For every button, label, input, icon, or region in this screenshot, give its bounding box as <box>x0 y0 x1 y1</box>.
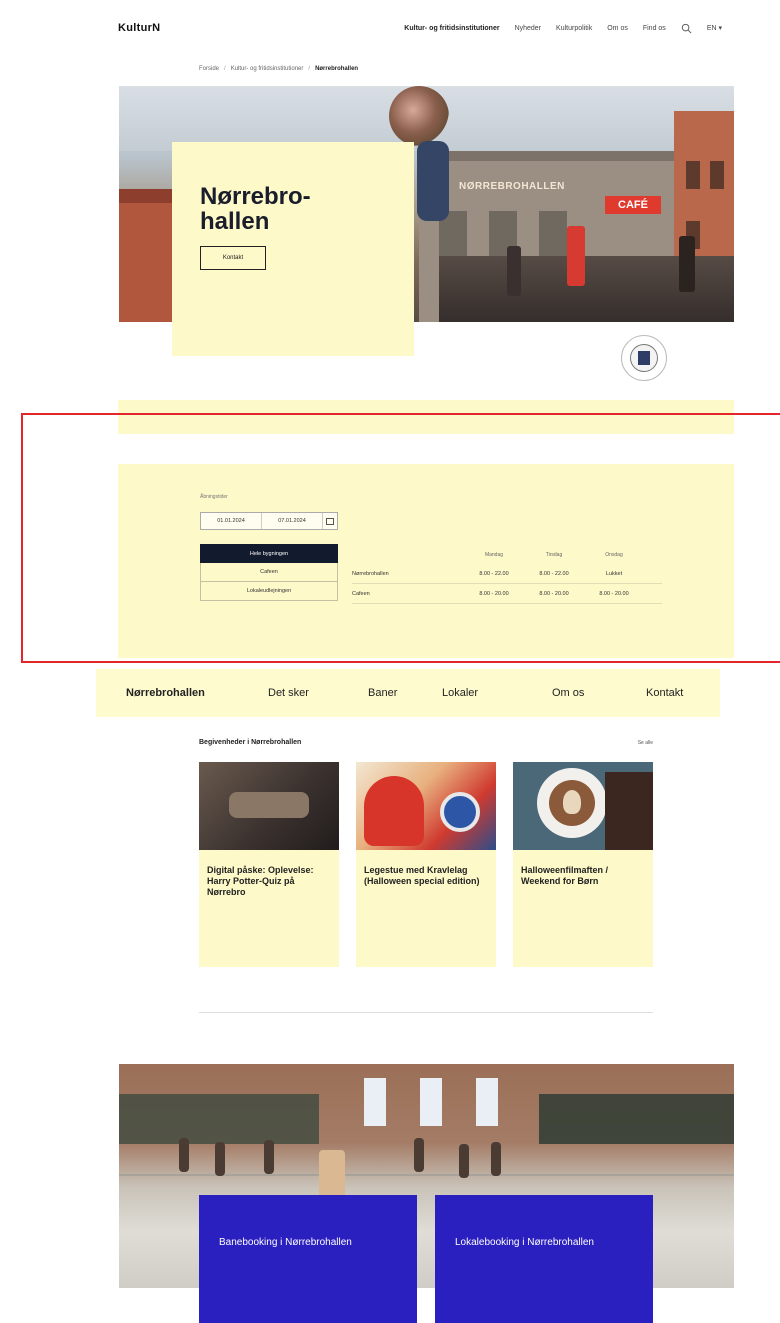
event-image <box>199 762 339 850</box>
hours-table-header: Mandag Tirsdag Onsdag <box>352 550 662 564</box>
nav-item-institutions[interactable]: Kultur- og fritidsinstitutioner <box>404 25 499 32</box>
nav-item-about[interactable]: Om os <box>607 25 628 32</box>
table-row: Nørrebrohallen 8.00 - 22.00 8.00 - 22.00… <box>352 564 662 584</box>
table-cell: Cafeen <box>352 590 370 597</box>
hero-building-left <box>119 189 174 322</box>
table-cell: Lukket <box>605 570 623 577</box>
top-nav: Kultur- og fritidsinstitutioner Nyheder … <box>404 23 722 34</box>
column-header: Tirsdag <box>545 552 563 558</box>
hall-player <box>319 1150 345 1200</box>
date-range-picker[interactable]: 01.01.2024 07.01.2024 <box>200 512 338 530</box>
hall-player <box>491 1142 501 1176</box>
event-image <box>356 762 496 850</box>
see-all-link[interactable]: Se alle <box>638 740 653 746</box>
hall-player <box>264 1140 274 1174</box>
table-cell: 8.00 - 20.00 <box>539 590 569 597</box>
events-header: Begivenheder i Nørrebrohallen Se alle <box>199 739 653 746</box>
hall-player <box>459 1144 469 1178</box>
hero-person <box>507 246 521 296</box>
court-booking-card[interactable]: Banebooking i Nørrebrohallen <box>199 1195 417 1323</box>
hero-card: Nørrebro-hallen Kontakt <box>172 142 414 356</box>
hours-options: Hele bygningen Cafeen Lokaleudlejningen <box>200 544 338 601</box>
calendar-icon[interactable] <box>323 513 337 529</box>
hero-person <box>679 236 695 292</box>
section-divider <box>199 1012 653 1013</box>
table-cell: 8.00 - 20.00 <box>599 590 629 597</box>
event-card[interactable]: Digital påske: Oplevelse: Harry Potter-Q… <box>199 762 339 967</box>
opening-hours-section: Åbningstider 01.01.2024 07.01.2024 Hele … <box>118 464 734 658</box>
table-cell: Nørrebrohallen <box>352 570 389 577</box>
hall-windows <box>364 1078 498 1126</box>
breadcrumb: Forside / Kultur- og fritidsinstitutione… <box>199 66 358 72</box>
event-title[interactable]: Halloweenfilmaften / Weekend for Børn <box>521 865 645 887</box>
event-card[interactable]: Legestue med Kravlelag (Halloween specia… <box>356 762 496 967</box>
option-room-rental[interactable]: Lokaleudlejningen <box>200 582 338 601</box>
column-header <box>352 550 464 564</box>
hours-table: Mandag Tirsdag Onsdag Nørrebrohallen 8.0… <box>352 550 662 604</box>
event-image <box>513 762 653 850</box>
table-cell: 8.00 - 22.00 <box>479 570 509 577</box>
tab-lokaler[interactable]: Lokaler <box>442 687 552 699</box>
breadcrumb-home[interactable]: Forside <box>199 66 219 72</box>
breadcrumb-separator: / <box>224 66 226 72</box>
hero-hall-sign: NØRREBROHALLEN <box>459 181 565 192</box>
nav-item-news[interactable]: Nyheder <box>515 25 541 32</box>
nav-item-policy[interactable]: Kulturpolitik <box>556 25 592 32</box>
tab-om-os[interactable]: Om os <box>552 687 646 699</box>
option-cafe[interactable]: Cafeen <box>200 563 338 582</box>
hall-floor-line <box>119 1174 734 1176</box>
language-selector[interactable]: EN ▾ <box>707 24 722 32</box>
hero-cafe-sign: CAFÉ <box>605 196 661 214</box>
contact-button[interactable]: Kontakt <box>200 246 266 271</box>
city-seal-icon <box>621 335 667 381</box>
option-whole-building[interactable]: Hele bygningen <box>200 544 338 563</box>
page-title: Nørrebro-hallen <box>200 183 311 236</box>
tab-kontakt[interactable]: Kontakt <box>646 687 683 699</box>
breadcrumb-separator: / <box>308 66 311 72</box>
table-cell: 8.00 - 20.00 <box>479 590 509 597</box>
hours-label: Åbningstider <box>200 494 228 500</box>
table-row: Cafeen 8.00 - 20.00 8.00 - 20.00 8.00 - … <box>352 584 662 604</box>
column-header: Onsdag <box>605 552 623 558</box>
date-from-field[interactable]: 01.01.2024 <box>201 513 262 529</box>
hero-flowers <box>389 86 449 146</box>
breadcrumb-current: Nørrebrohallen <box>315 66 359 72</box>
section-subnav: Nørrebrohallen Det sker Baner Lokaler Om… <box>96 669 720 717</box>
events-heading: Begivenheder i Nørrebrohallen <box>199 739 302 746</box>
column-header: Mandag <box>484 552 504 558</box>
hall-stands-left <box>119 1094 319 1144</box>
search-icon[interactable] <box>681 23 692 34</box>
hero-hanging-figure <box>417 141 449 221</box>
booking-title[interactable]: Lokalebooking i Nørrebrohallen <box>455 1237 633 1248</box>
booking-title[interactable]: Banebooking i Nørrebrohallen <box>219 1237 397 1248</box>
tab-baner[interactable]: Baner <box>368 687 442 699</box>
table-cell: 8.00 - 22.00 <box>539 570 569 577</box>
event-card[interactable]: Halloweenfilmaften / Weekend for Børn <box>513 762 653 967</box>
hero-person <box>567 226 585 286</box>
tab-norrebrohallen[interactable]: Nørrebrohallen <box>126 687 268 699</box>
hall-player <box>414 1138 424 1172</box>
room-booking-card[interactable]: Lokalebooking i Nørrebrohallen <box>435 1195 653 1323</box>
event-title[interactable]: Legestue med Kravlelag (Halloween specia… <box>364 865 488 887</box>
hall-player <box>215 1142 225 1176</box>
hall-stands-right <box>539 1094 734 1144</box>
date-to-field[interactable]: 07.01.2024 <box>262 513 323 529</box>
event-title[interactable]: Digital påske: Oplevelse: Harry Potter-Q… <box>207 865 331 897</box>
hall-player <box>179 1138 189 1172</box>
blurred-subnav-band <box>118 400 734 434</box>
site-header: KulturN Kultur- og fritidsinstitutioner … <box>118 14 722 42</box>
breadcrumb-institutions[interactable]: Kultur- og fritidsinstitutioner <box>231 66 304 72</box>
nav-item-find-us[interactable]: Find os <box>643 25 666 32</box>
tab-det-sker[interactable]: Det sker <box>268 687 368 699</box>
site-logo[interactable]: KulturN <box>118 22 160 34</box>
